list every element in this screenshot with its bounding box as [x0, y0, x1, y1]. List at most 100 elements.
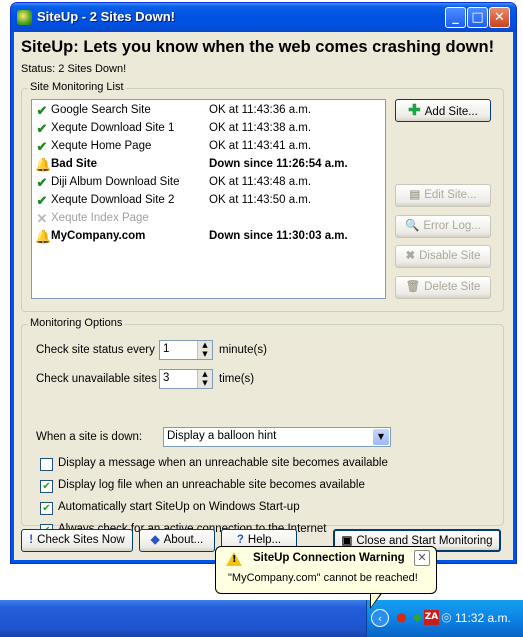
spin-up-icon[interactable]: ▲ — [197, 341, 212, 350]
site-status: OK at 11:43:41 a.m. — [209, 140, 312, 152]
site-status: Down since 11:26:54 a.m. — [209, 158, 348, 170]
delete-site-label: Delete Site — [424, 281, 481, 293]
down-action-value: Display a balloon hint — [167, 430, 277, 442]
site-name: Xequte Download Site 2 — [51, 194, 175, 206]
network-tray-icon[interactable]: ◆ — [410, 610, 425, 625]
list-item[interactable]: ✔ Google Search Site OK at 11:43:36 a.m. — [32, 102, 385, 120]
warning-balloon[interactable]: ! SiteUp Connection Warning "MyCompany.c… — [215, 546, 437, 594]
plus-icon: ✚ — [408, 102, 421, 119]
exclamation-icon: ! — [29, 534, 34, 546]
site-status: OK at 11:43:38 a.m. — [209, 122, 312, 134]
check-sites-now-button[interactable]: ! Check Sites Now — [21, 529, 133, 552]
list-item[interactable]: 🔔 MyCompany.com Down since 11:30:03 a.m. — [32, 228, 385, 246]
edit-site-label: Edit Site... — [424, 189, 477, 201]
add-site-label: Add Site... — [424, 106, 478, 118]
check-icon: ✔ — [36, 103, 48, 118]
alarm-bell-icon: 🔔 — [35, 229, 52, 244]
checkbox-display-log[interactable]: ✔ — [40, 480, 53, 493]
site-name: Diji Album Download Site — [51, 176, 180, 188]
speaker-tray-icon[interactable]: ◎ — [439, 610, 454, 625]
close-window-button[interactable]: ✕ — [489, 7, 510, 28]
balloon-message: "MyCompany.com" cannot be reached! — [228, 572, 418, 584]
checkbox-auto-start-label: Automatically start SiteUp on Windows St… — [58, 501, 300, 513]
info-icon: ◆ — [150, 534, 160, 546]
minimize-button[interactable]: _ — [445, 7, 466, 28]
balloon-close-icon[interactable]: ✕ — [414, 550, 430, 566]
list-item[interactable]: ✔ Xequte Download Site 1 OK at 11:43:38 … — [32, 120, 385, 138]
disabled-x-icon: ✕ — [36, 211, 48, 226]
balloon-title: SiteUp Connection Warning — [253, 552, 405, 564]
check-icon: ✔ — [36, 121, 48, 136]
check-every-label: Check site status every — [36, 344, 155, 356]
zonealarm-tray-icon[interactable]: ZA — [424, 610, 439, 625]
headline: SiteUp: Lets you know when the web comes… — [21, 38, 495, 56]
client-area: SiteUp: Lets you know when the web comes… — [15, 32, 512, 559]
about-label: About... — [163, 534, 204, 546]
check-every-unit: minute(s) — [219, 344, 267, 356]
site-name: Xequte Index Page — [51, 212, 149, 224]
list-item[interactable]: 🔔 Bad Site Down since 11:26:54 a.m. — [32, 156, 385, 174]
site-name: Xequte Home Page — [51, 140, 152, 152]
site-monitoring-label: Site Monitoring List — [28, 81, 126, 93]
site-status: OK at 11:43:36 a.m. — [209, 104, 312, 116]
maximize-button[interactable]: □ — [467, 7, 488, 28]
check-every-value: 1 — [163, 343, 170, 355]
disable-site-label: Disable Site — [419, 250, 481, 262]
unavailable-unit: time(s) — [219, 373, 255, 385]
site-name: Google Search Site — [51, 104, 151, 116]
x-icon: ✖ — [405, 250, 416, 262]
siteup-alarm-tray-icon[interactable]: ● — [394, 610, 409, 625]
site-name: Xequte Download Site 1 — [51, 122, 175, 134]
checkbox-display-message[interactable] — [40, 458, 53, 471]
check-sites-now-label: Check Sites Now — [37, 534, 125, 546]
site-name: MyCompany.com — [51, 230, 146, 242]
window-title: SiteUp - 2 Sites Down! — [37, 9, 175, 24]
checkbox-display-log-label: Display log file when an unreachable sit… — [58, 479, 365, 491]
monitoring-options-label: Monitoring Options — [28, 317, 125, 329]
magnifier-icon: 🔍 — [405, 220, 420, 232]
check-icon: ✔ — [36, 175, 48, 190]
list-item[interactable]: ✔ Xequte Download Site 2 OK at 11:43:50 … — [32, 192, 385, 210]
chevron-down-icon[interactable]: ▼ — [373, 429, 389, 445]
clock[interactable]: 11:32 a.m. — [455, 611, 511, 625]
unavailable-spinner[interactable]: 3 ▲ ▼ — [159, 369, 213, 389]
unavailable-label: Check unavailable sites — [36, 373, 157, 385]
list-item[interactable]: ✔ Xequte Home Page OK at 11:43:41 a.m. — [32, 138, 385, 156]
checkbox-auto-start[interactable]: ✔ — [40, 502, 53, 515]
help-label: Help... — [247, 534, 282, 546]
check-icon: ✔ — [36, 193, 48, 208]
site-status: Down since 11:30:03 a.m. — [209, 230, 348, 242]
add-site-button[interactable]: ✚ Add Site... — [395, 99, 491, 122]
delete-site-button[interactable]: 🗑 Delete Site — [395, 276, 491, 299]
trash-icon: 🗑 — [405, 281, 421, 293]
show-hidden-icons-button[interactable]: ‹ — [371, 609, 389, 627]
spin-down-icon[interactable]: ▼ — [197, 379, 212, 388]
list-item[interactable]: ✕ Xequte Index Page — [32, 210, 385, 228]
check-icon: ✔ — [36, 139, 48, 154]
app-icon — [17, 10, 32, 25]
site-status: OK at 11:43:48 a.m. — [209, 176, 312, 188]
edit-site-button[interactable]: ▤ Edit Site... — [395, 184, 491, 207]
spin-up-icon[interactable]: ▲ — [197, 370, 212, 379]
site-status: OK at 11:43:50 a.m. — [209, 194, 312, 206]
disable-site-button[interactable]: ✖ Disable Site — [395, 245, 491, 268]
alarm-bell-icon: 🔔 — [35, 157, 52, 172]
siteup-window: SiteUp - 2 Sites Down! _ □ ✕ SiteUp: Let… — [10, 2, 517, 564]
list-item[interactable]: ✔ Diji Album Download Site OK at 11:43:4… — [32, 174, 385, 192]
down-action-select[interactable]: Display a balloon hint ▼ — [163, 427, 391, 447]
error-log-button[interactable]: 🔍 Error Log... — [395, 215, 491, 238]
title-bar[interactable]: SiteUp - 2 Sites Down! _ □ ✕ — [11, 3, 516, 32]
checkbox-display-message-label: Display a message when an unreachable si… — [58, 457, 388, 469]
taskbar: ‹ ● ◆ ZA ◎ 11:32 a.m. — [0, 600, 523, 637]
unavailable-value: 3 — [163, 372, 170, 384]
status-text: Status: 2 Sites Down! — [21, 63, 127, 75]
site-name: Bad Site — [51, 158, 98, 170]
site-listbox[interactable]: ✔ Google Search Site OK at 11:43:36 a.m.… — [31, 99, 386, 299]
about-button[interactable]: ◆ About... — [139, 529, 215, 552]
error-log-label: Error Log... — [423, 220, 481, 232]
check-every-spinner[interactable]: 1 ▲ ▼ — [159, 340, 213, 360]
warning-exclamation-icon: ! — [232, 554, 237, 565]
edit-icon: ▤ — [409, 189, 421, 201]
spin-down-icon[interactable]: ▼ — [197, 350, 212, 359]
monitoring-options-group: Monitoring Options Check site status eve… — [21, 317, 504, 537]
